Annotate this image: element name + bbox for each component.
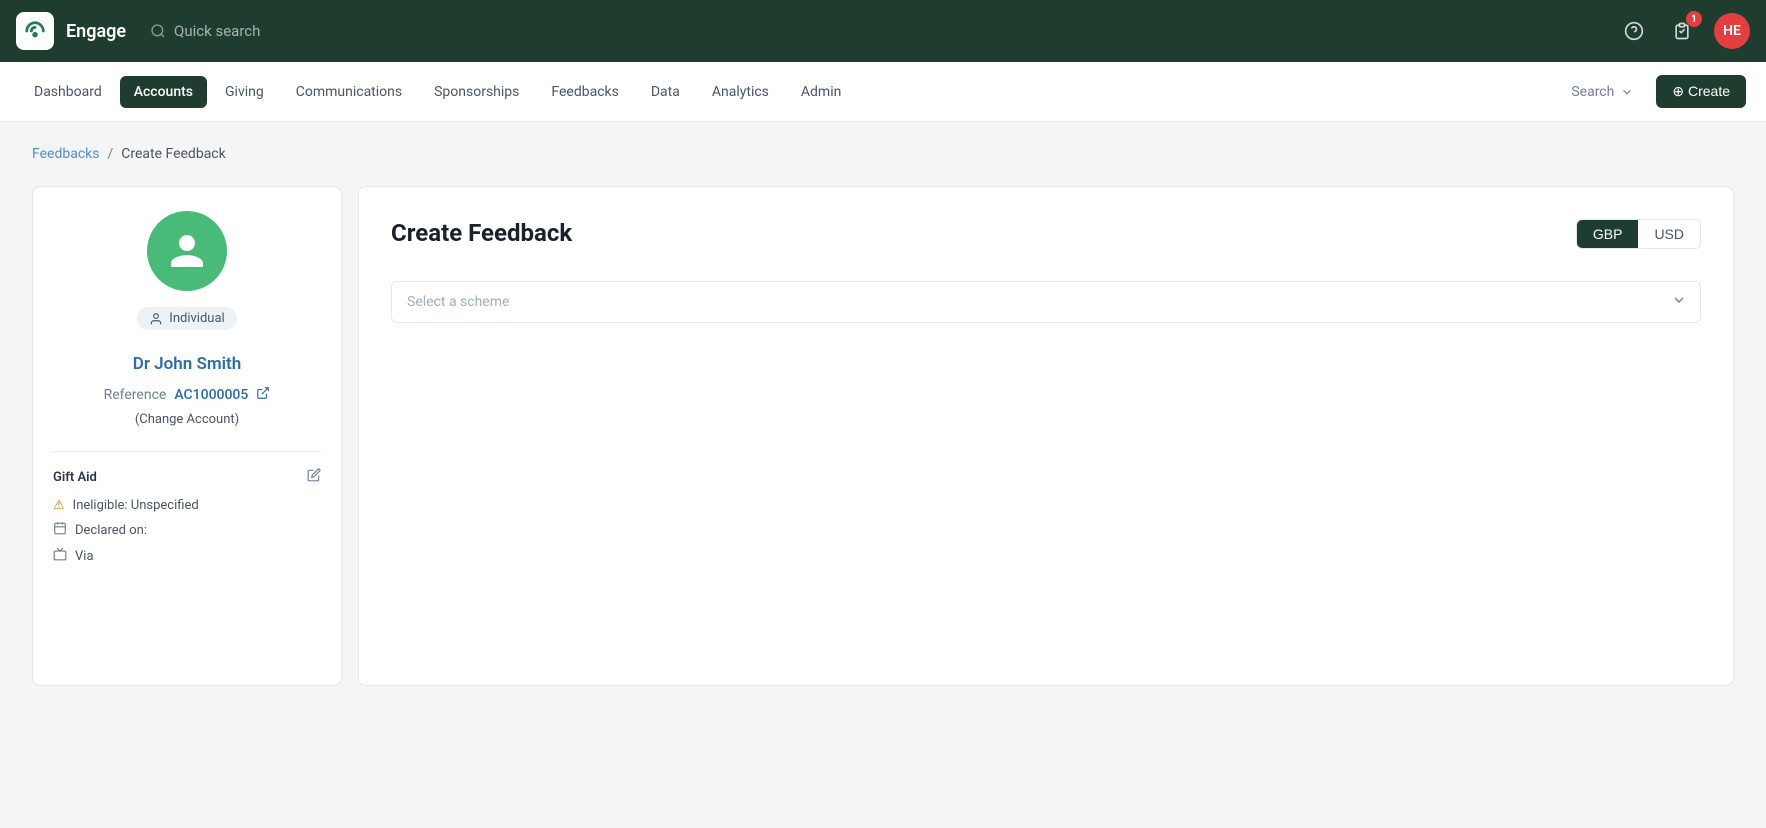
breadcrumb-separator: / — [107, 146, 113, 162]
declared-on-label: Declared on: — [75, 523, 147, 538]
gift-aid-status-row: ⚠ Ineligible: Unspecified — [53, 498, 321, 513]
page-layout: Individual Dr John Smith Reference AC100… — [32, 186, 1734, 686]
account-info: Individual Dr John Smith Reference AC100… — [53, 211, 321, 427]
account-type-badge: Individual — [137, 307, 236, 330]
nav-item-data[interactable]: Data — [637, 76, 694, 108]
app-name: Engage — [66, 21, 126, 42]
warning-icon: ⚠ — [53, 498, 65, 513]
quick-search-label: Quick search — [174, 22, 260, 40]
nav-item-feedbacks[interactable]: Feedbacks — [537, 76, 632, 108]
gift-aid-status: Ineligible: Unspecified — [73, 498, 199, 513]
reference-label: Reference — [104, 387, 167, 403]
account-type-label: Individual — [169, 311, 224, 326]
gift-aid-section: Gift Aid ⚠ Ineligible: Unspecified — [53, 468, 321, 565]
nav-item-admin[interactable]: Admin — [787, 76, 855, 108]
breadcrumb-parent[interactable]: Feedbacks — [32, 146, 99, 162]
tasks-badge: 1 — [1686, 11, 1702, 27]
open-external-icon — [256, 386, 270, 400]
account-reference: Reference AC1000005 — [53, 386, 321, 404]
nav-item-analytics[interactable]: Analytics — [698, 76, 783, 108]
declared-on-row: Declared on: — [53, 521, 321, 539]
top-navigation: Engage Quick search 1 HE — [0, 0, 1766, 62]
pencil-icon — [307, 468, 321, 482]
search-dropdown[interactable]: Search — [1561, 78, 1644, 106]
nav-item-accounts[interactable]: Accounts — [120, 76, 207, 108]
scheme-select-wrapper: Select a scheme — [391, 281, 1701, 323]
tasks-button[interactable]: 1 — [1666, 15, 1698, 47]
gift-aid-edit-icon[interactable] — [307, 468, 321, 486]
help-icon — [1624, 21, 1644, 41]
nav-item-sponsorships[interactable]: Sponsorships — [420, 76, 533, 108]
breadcrumb-current: Create Feedback — [121, 146, 225, 162]
via-icon — [53, 547, 67, 565]
currency-usd-button[interactable]: USD — [1638, 220, 1700, 248]
account-name: Dr John Smith — [53, 354, 321, 374]
external-link-icon[interactable] — [256, 386, 270, 404]
form-header: Create Feedback GBP USD — [391, 219, 1701, 249]
person-icon — [167, 231, 207, 271]
secondary-navigation: Dashboard Accounts Giving Communications… — [0, 62, 1766, 122]
form-title: Create Feedback — [391, 219, 572, 247]
via-row: Via — [53, 547, 321, 565]
scheme-select[interactable] — [391, 281, 1701, 323]
top-bar-right: 1 HE — [1618, 13, 1750, 49]
nav-right-actions: Search ⊕ Create — [1561, 75, 1746, 108]
create-button[interactable]: ⊕ Create — [1656, 75, 1746, 108]
main-content: Feedbacks / Create Feedback — [0, 122, 1766, 710]
feedback-form-card: Create Feedback GBP USD Select a scheme — [358, 186, 1734, 686]
currency-toggle: GBP USD — [1576, 219, 1701, 249]
user-avatar[interactable]: HE — [1714, 13, 1750, 49]
individual-icon — [149, 312, 163, 326]
account-avatar — [147, 211, 227, 291]
nav-item-communications[interactable]: Communications — [282, 76, 416, 108]
account-sidebar: Individual Dr John Smith Reference AC100… — [32, 186, 342, 686]
search-icon — [150, 23, 166, 39]
calendar-icon — [53, 521, 67, 539]
currency-gbp-button[interactable]: GBP — [1577, 220, 1639, 248]
logo-icon — [24, 20, 46, 42]
change-account-link[interactable]: (Change Account) — [53, 412, 321, 427]
nav-item-giving[interactable]: Giving — [211, 76, 278, 108]
create-button-label: ⊕ Create — [1672, 83, 1730, 100]
nav-item-dashboard[interactable]: Dashboard — [20, 76, 116, 108]
quick-search-bar[interactable]: Quick search — [150, 22, 1606, 40]
gift-aid-title: Gift Aid — [53, 468, 321, 486]
breadcrumb: Feedbacks / Create Feedback — [32, 146, 1734, 162]
chevron-down-icon — [1620, 85, 1634, 99]
help-button[interactable] — [1618, 15, 1650, 47]
via-label: Via — [75, 549, 94, 564]
app-logo[interactable] — [16, 12, 54, 50]
sidebar-divider — [53, 451, 321, 452]
reference-value: AC1000005 — [174, 387, 248, 403]
search-label: Search — [1571, 84, 1614, 100]
